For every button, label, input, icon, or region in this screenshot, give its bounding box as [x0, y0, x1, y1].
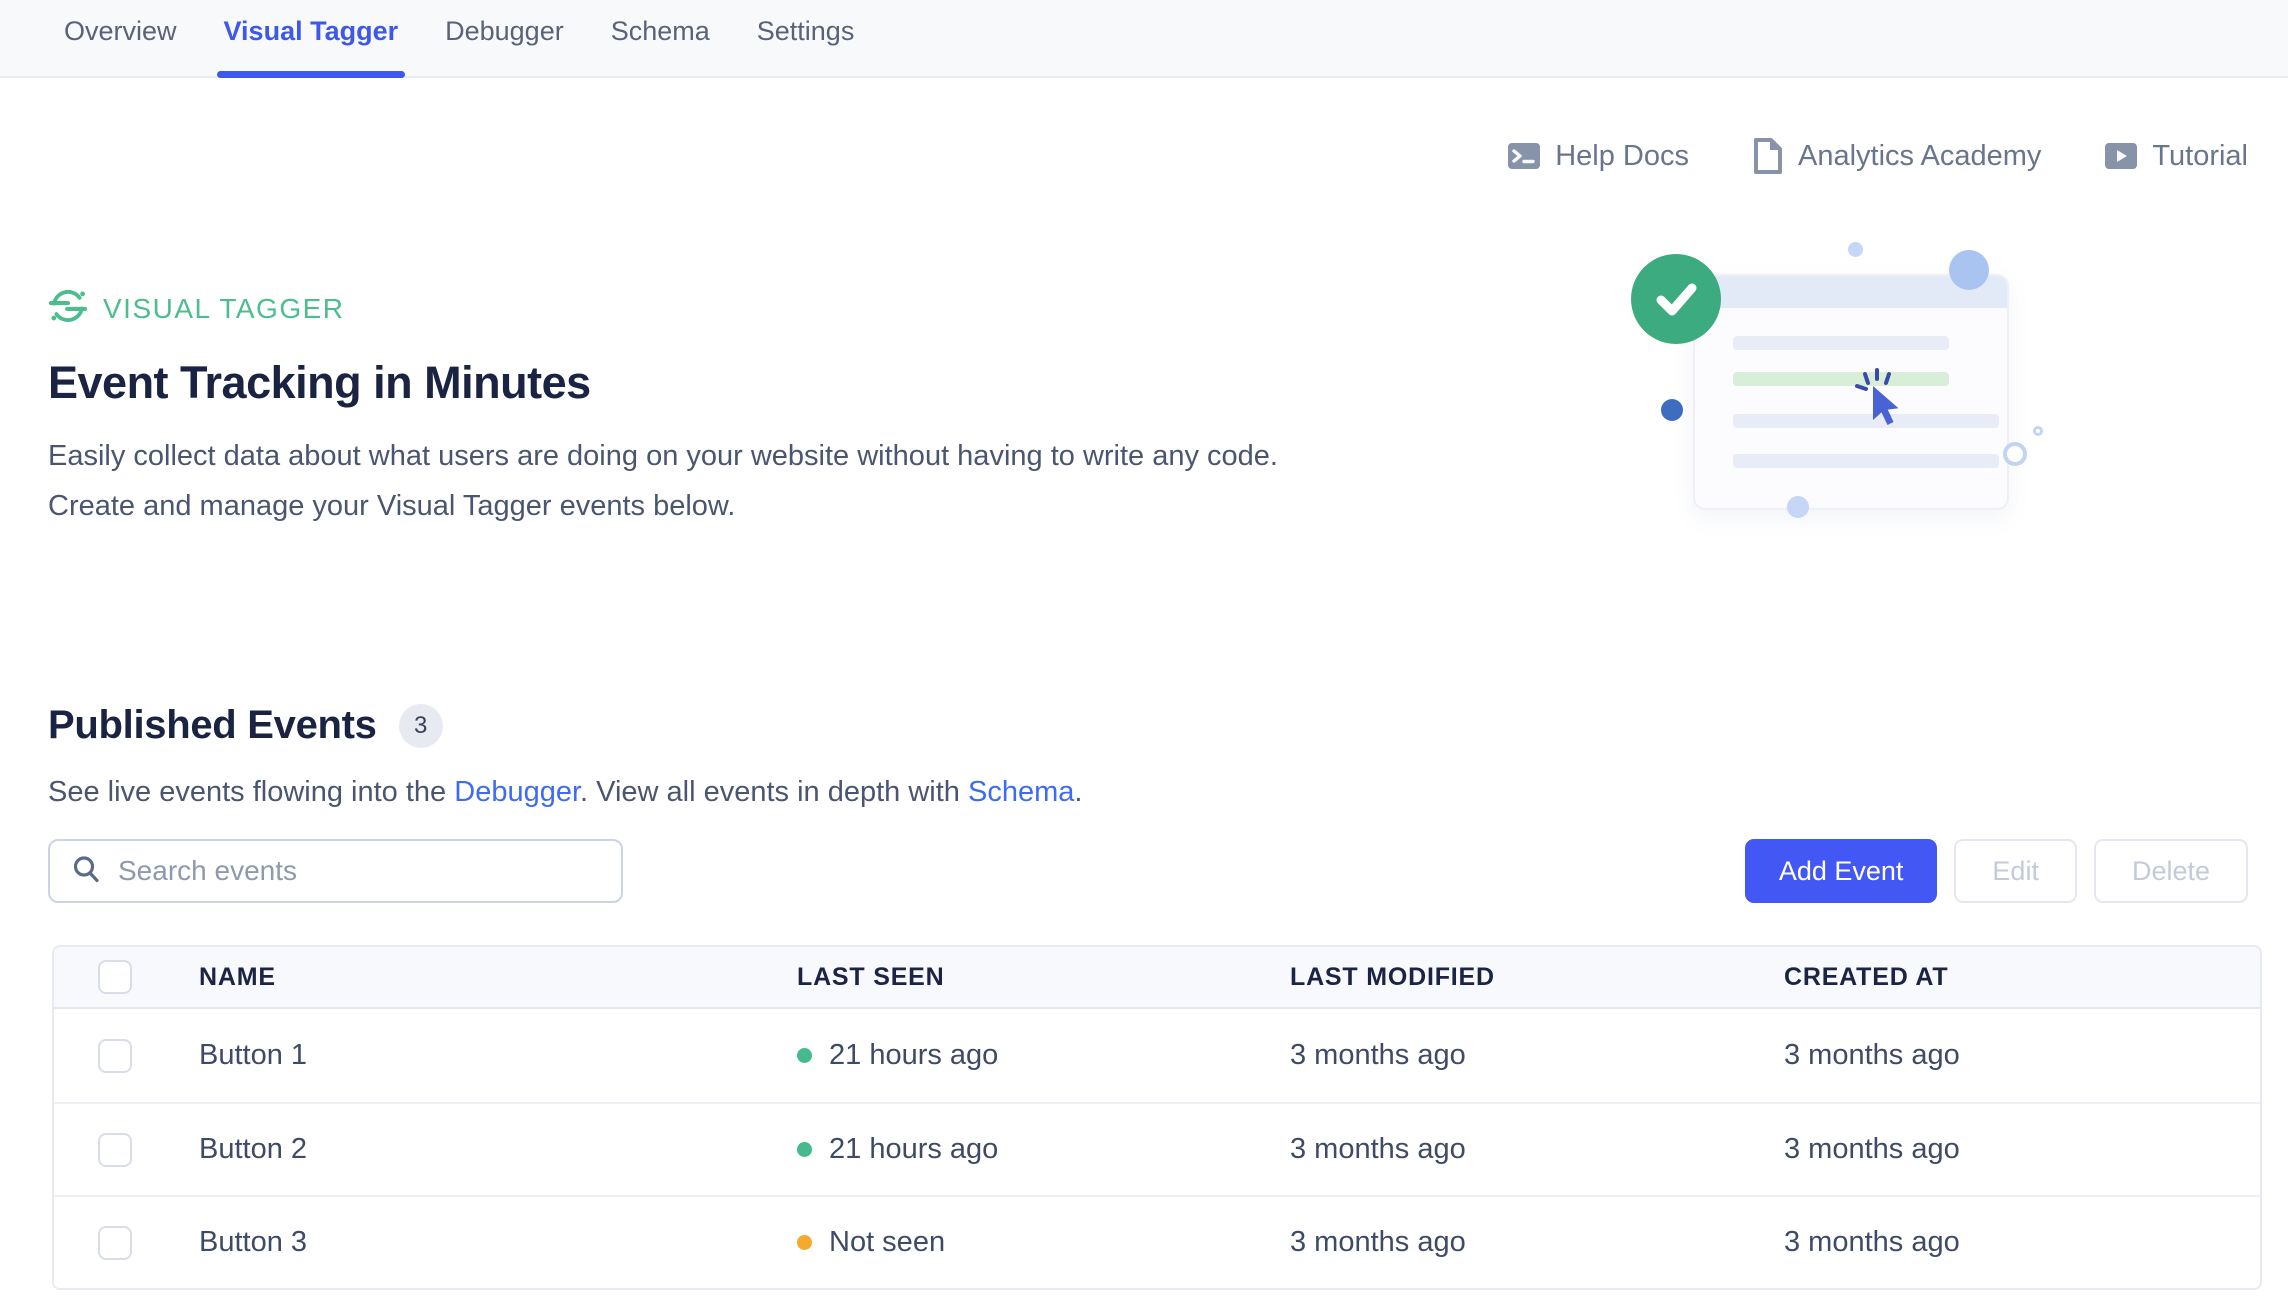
analytics-academy-label: Analytics Academy [1798, 140, 2041, 173]
event-name: Button 1 [199, 1039, 797, 1072]
event-name: Button 2 [199, 1133, 797, 1166]
tutorial-link[interactable]: Tutorial [2103, 138, 2248, 174]
published-events-section: Published Events 3 See live events flowi… [0, 703, 2288, 809]
search-box[interactable] [48, 839, 623, 903]
status-dot-green [797, 1048, 812, 1063]
segment-logo-icon [48, 286, 88, 331]
delete-button[interactable]: Delete [2094, 839, 2248, 903]
last-seen-value: Not seen [829, 1226, 945, 1259]
row-checkbox[interactable] [98, 1133, 132, 1167]
last-modified-value: 3 months ago [1290, 1133, 1784, 1166]
tab-debugger[interactable]: Debugger [445, 16, 564, 78]
search-input[interactable] [118, 855, 601, 887]
published-events-subtitle: See live events flowing into the Debugge… [48, 776, 2288, 809]
events-table: NAME LAST SEEN LAST MODIFIED CREATED AT … [52, 945, 2262, 1290]
play-icon [2103, 138, 2139, 174]
analytics-academy-link[interactable]: Analytics Academy [1751, 137, 2041, 175]
created-at-value: 3 months ago [1784, 1039, 2260, 1072]
row-checkbox[interactable] [98, 1226, 132, 1260]
table-row[interactable]: Button 2 21 hours ago 3 months ago 3 mon… [54, 1102, 2260, 1195]
column-header-name: NAME [199, 963, 797, 992]
schema-link[interactable]: Schema [968, 776, 1074, 808]
last-modified-value: 3 months ago [1290, 1226, 1784, 1259]
main-tab-bar: Overview Visual Tagger Debugger Schema S… [0, 0, 2288, 78]
document-icon [1751, 137, 1785, 175]
debugger-link[interactable]: Debugger [454, 776, 580, 808]
column-header-last-modified: LAST MODIFIED [1290, 963, 1784, 992]
status-dot-green [797, 1142, 812, 1157]
status-dot-orange [797, 1235, 812, 1250]
events-toolbar: Add Event Edit Delete [0, 839, 2288, 903]
hero-section: VISUAL TAGGER Event Tracking in Minutes … [0, 286, 2288, 531]
published-events-title: Published Events [48, 703, 377, 748]
last-modified-value: 3 months ago [1290, 1039, 1784, 1072]
help-docs-link[interactable]: Help Docs [1506, 138, 1689, 174]
edit-button[interactable]: Edit [1954, 839, 2077, 903]
tab-overview[interactable]: Overview [64, 16, 177, 78]
table-row[interactable]: Button 1 21 hours ago 3 months ago 3 mon… [54, 1009, 2260, 1102]
hero-description: Easily collect data about what users are… [48, 431, 2288, 531]
column-header-last-seen: LAST SEEN [797, 963, 1290, 992]
hero-description-line-2: Create and manage your Visual Tagger eve… [48, 481, 2288, 531]
table-header-row: NAME LAST SEEN LAST MODIFIED CREATED AT [54, 947, 2260, 1009]
event-name: Button 3 [199, 1226, 797, 1259]
created-at-value: 3 months ago [1784, 1226, 2260, 1259]
visual-tagger-eyebrow: VISUAL TAGGER [48, 286, 2288, 331]
last-seen-value: 21 hours ago [829, 1039, 998, 1072]
hero-description-line-1: Easily collect data about what users are… [48, 431, 2288, 481]
add-event-button[interactable]: Add Event [1745, 839, 1938, 903]
search-icon [70, 853, 102, 890]
tab-visual-tagger[interactable]: Visual Tagger [224, 16, 399, 78]
column-header-created-at: CREATED AT [1784, 963, 2260, 992]
created-at-value: 3 months ago [1784, 1133, 2260, 1166]
tutorial-label: Tutorial [2152, 140, 2248, 173]
select-all-checkbox[interactable] [98, 960, 132, 994]
tab-schema[interactable]: Schema [611, 16, 710, 78]
table-row[interactable]: Button 3 Not seen 3 months ago 3 months … [54, 1195, 2260, 1288]
last-seen-value: 21 hours ago [829, 1133, 998, 1166]
row-checkbox[interactable] [98, 1039, 132, 1073]
help-docs-label: Help Docs [1555, 140, 1689, 173]
help-links-row: Help Docs Analytics Academy Tutorial [0, 134, 2288, 178]
terminal-icon [1506, 138, 1542, 174]
page-title: Event Tracking in Minutes [48, 357, 2288, 409]
tab-settings[interactable]: Settings [757, 16, 855, 78]
event-count-badge: 3 [399, 704, 443, 748]
eyebrow-label: VISUAL TAGGER [103, 293, 345, 325]
